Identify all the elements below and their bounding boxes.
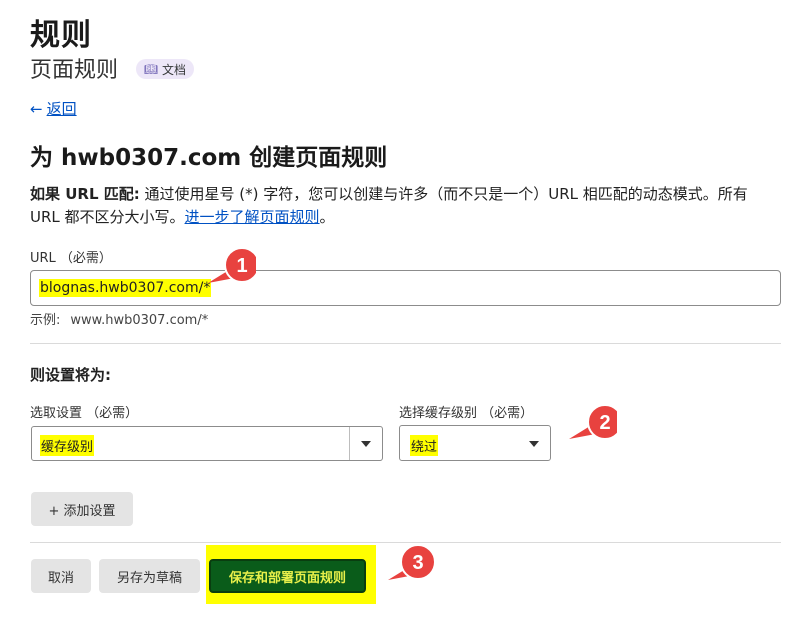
pick-setting-label: 选取设置 （必需）	[30, 406, 139, 421]
learn-more-link[interactable]: 进一步了解页面规则	[185, 208, 320, 226]
cancel-button[interactable]: 取消	[31, 559, 91, 593]
docs-badge[interactable]: 📖︎ 文档	[136, 59, 194, 79]
cache-level-select[interactable]: 绕过	[399, 425, 551, 461]
save-draft-button[interactable]: 另存为草稿	[99, 559, 200, 593]
url-example: 示例: www.hwb0307.com/*	[30, 309, 208, 328]
url-input[interactable]: blognas.hwb0307.com/*	[30, 270, 781, 306]
page-title: 规则	[30, 18, 92, 53]
divider	[30, 542, 781, 543]
form-heading: 为 hwb0307.com 创建页面规则	[30, 145, 388, 171]
marker-2-label: 2	[599, 412, 610, 434]
caret-down-icon	[361, 441, 371, 447]
annotation-marker-2: 2	[569, 404, 617, 440]
example-value: www.hwb0307.com/*	[70, 313, 209, 328]
book-icon: 📖︎	[144, 62, 158, 76]
pick-setting-value: 缓存级别	[40, 435, 95, 456]
cache-level-label: 选择缓存级别 （必需）	[399, 406, 534, 421]
settings-heading: 则设置将为:	[30, 366, 111, 384]
arrow-left-icon: ←	[30, 99, 43, 118]
description-end: 。	[319, 208, 335, 226]
add-setting-button[interactable]: + 添加设置	[31, 492, 133, 526]
url-label: URL （必需）	[30, 251, 112, 266]
pick-setting-select[interactable]: 缓存级别	[31, 426, 383, 461]
caret-down-icon	[529, 441, 539, 447]
description: 如果 URL 匹配: 通过使用星号 (*) 字符，您可以创建与许多（而不只是一个…	[30, 183, 780, 229]
marker-3-label: 3	[412, 552, 423, 574]
select-separator	[349, 427, 350, 460]
back-link[interactable]: ← 返回	[30, 98, 77, 119]
save-deploy-button[interactable]: 保存和部署页面规则	[209, 559, 366, 593]
example-label: 示例:	[30, 313, 61, 328]
annotation-marker-1: 1	[208, 247, 256, 283]
back-link-label: 返回	[46, 100, 77, 118]
annotation-marker-3: 3	[388, 544, 436, 580]
page-subtitle: 页面规则	[30, 58, 119, 83]
cache-level-value: 绕过	[410, 435, 439, 456]
docs-badge-label: 文档	[161, 62, 186, 77]
url-input-value: blognas.hwb0307.com/*	[39, 279, 212, 297]
description-bold: 如果 URL 匹配:	[30, 185, 140, 203]
marker-1-label: 1	[236, 255, 247, 277]
divider	[30, 343, 781, 344]
